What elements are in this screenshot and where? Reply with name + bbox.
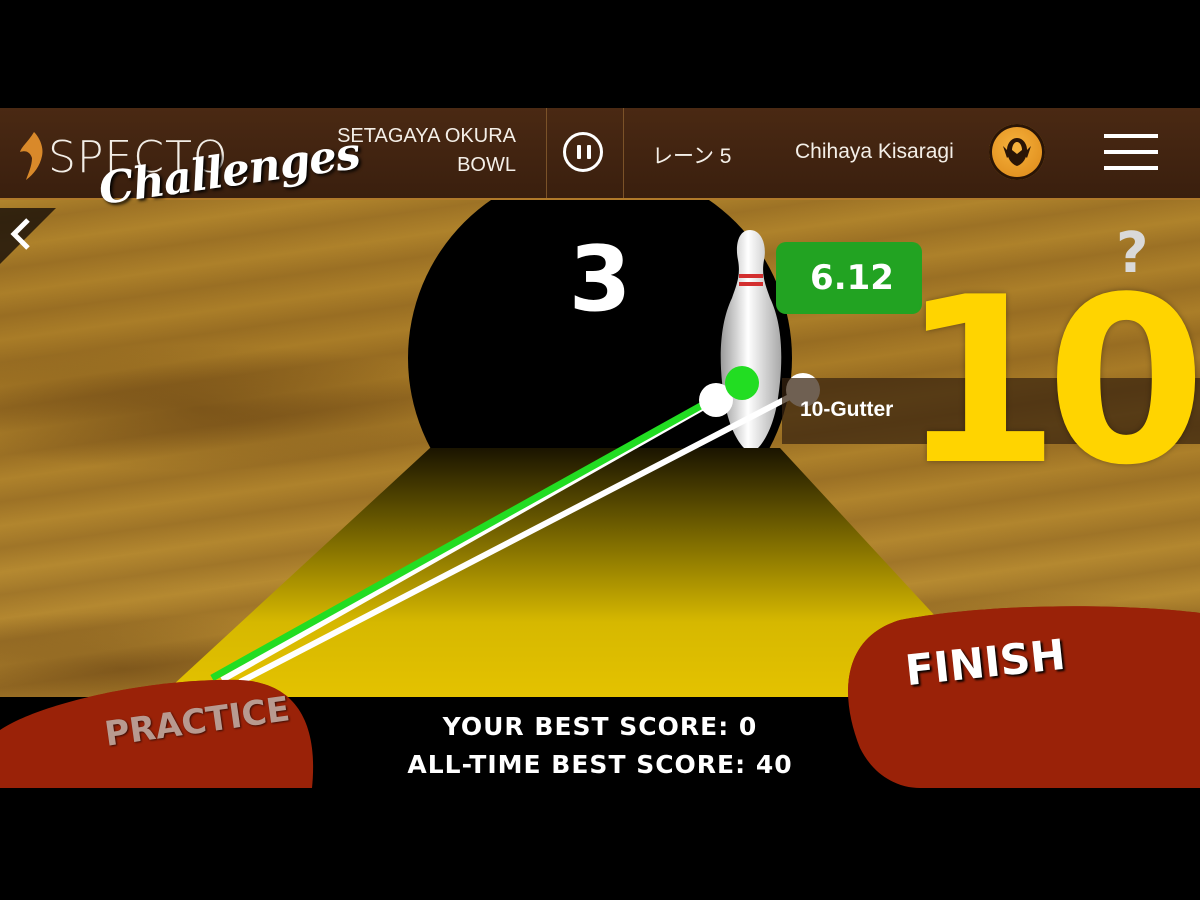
ball-marker-green <box>725 366 759 400</box>
hamburger-menu-icon[interactable] <box>1104 134 1158 174</box>
game-stage: 3 6.12 10-Gutter 10 ? YOUR BEST SCORE: 0… <box>0 108 1200 788</box>
countdown-number: 3 <box>568 227 632 332</box>
username[interactable]: Chihaya Kisaragi <box>795 140 954 164</box>
divider <box>546 108 547 198</box>
help-icon[interactable]: ? <box>1116 224 1148 284</box>
pause-icon <box>577 145 581 159</box>
best-scores: YOUR BEST SCORE: 0 ALL-TIME BEST SCORE: … <box>300 708 900 784</box>
all-time-best-score: ALL-TIME BEST SCORE: 40 <box>407 750 793 779</box>
back-button[interactable] <box>0 208 56 264</box>
pause-button[interactable] <box>563 132 603 172</box>
lane-label: レーン 5 <box>652 145 732 168</box>
pins-target-number: 10 <box>900 249 1200 516</box>
gutter-label: 10-Gutter <box>800 398 894 421</box>
divider <box>623 108 624 198</box>
avatar-bird-icon <box>1003 138 1031 166</box>
avatar[interactable] <box>989 124 1045 180</box>
your-best-score: YOUR BEST SCORE: 0 <box>442 712 758 741</box>
specto-bird-icon <box>20 132 43 180</box>
